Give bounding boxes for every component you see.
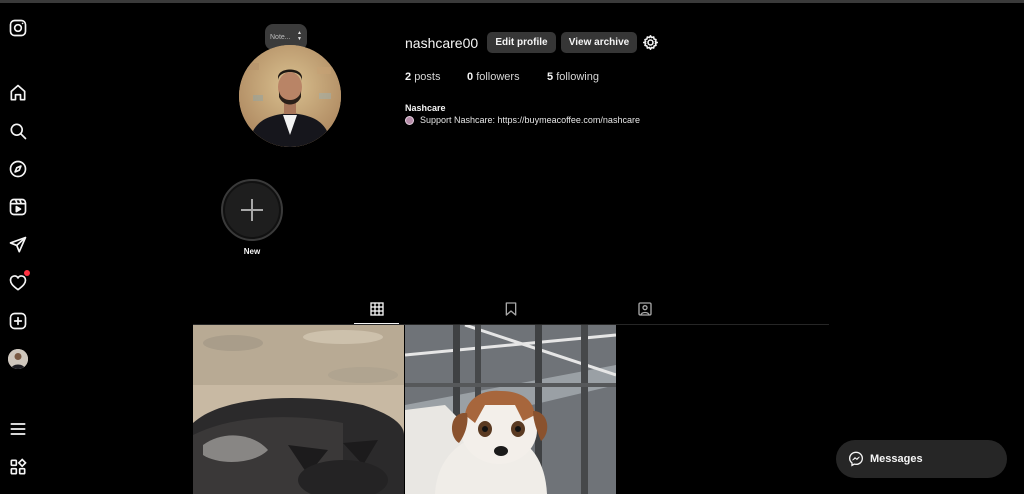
profile-stats: 2 posts 0 followers 5 following	[405, 71, 599, 83]
bio-display-name: Nashcare	[405, 103, 446, 113]
explore-icon[interactable]	[8, 159, 28, 179]
posts-label: posts	[414, 71, 441, 83]
stat-following[interactable]: 5 following	[547, 71, 599, 83]
messages-label: Messages	[870, 453, 923, 465]
notification-dot	[24, 270, 30, 276]
reels-icon[interactable]	[8, 197, 28, 217]
followers-label: followers	[476, 71, 520, 83]
more-apps-icon[interactable]	[8, 457, 28, 477]
notifications-icon[interactable]	[8, 270, 30, 293]
home-icon[interactable]	[8, 83, 28, 103]
create-icon[interactable]	[8, 311, 28, 331]
messenger-icon	[848, 451, 864, 467]
bio-text[interactable]: Support Nashcare: https://buymeacoffee.c…	[420, 115, 640, 125]
tagged-icon	[638, 302, 652, 316]
new-highlight-label: New	[243, 247, 261, 256]
instagram-icon[interactable]	[8, 18, 28, 38]
messages-button[interactable]: Messages	[836, 440, 1007, 478]
stat-posts: 2 posts	[405, 71, 467, 83]
username: nashcare00	[405, 35, 479, 51]
profile-avatar[interactable]	[8, 349, 28, 369]
plus-icon	[241, 199, 263, 221]
note-arrows-icon: ▲ ▼	[297, 30, 302, 42]
profile-photo[interactable]	[239, 45, 341, 147]
search-icon[interactable]	[8, 121, 28, 141]
settings-gear-icon[interactable]	[642, 34, 659, 51]
new-highlight-button[interactable]	[221, 179, 283, 241]
followers-count: 0	[467, 71, 474, 83]
browser-top-border	[0, 0, 1024, 3]
post-thumbnail[interactable]	[193, 325, 404, 494]
grid-icon	[370, 302, 384, 316]
messages-icon[interactable]	[8, 235, 28, 255]
following-count: 5	[547, 71, 554, 83]
edit-profile-button[interactable]: Edit profile	[487, 32, 556, 53]
menu-icon[interactable]	[8, 419, 28, 439]
following-label: following	[556, 71, 599, 83]
post-thumbnail[interactable]	[405, 325, 616, 494]
sidebar-nav	[0, 3, 38, 494]
bio-line: Support Nashcare: https://buymeacoffee.c…	[405, 115, 640, 125]
note-placeholder: Note...	[270, 33, 291, 41]
tab-tagged[interactable]	[636, 300, 654, 318]
saved-icon	[505, 302, 517, 316]
tab-posts[interactable]	[368, 300, 386, 318]
posts-count: 2	[405, 71, 412, 83]
post-image-black-dog	[193, 325, 404, 494]
view-archive-button[interactable]: View archive	[561, 32, 637, 53]
tab-saved[interactable]	[502, 300, 520, 318]
coffee-icon	[405, 115, 414, 125]
post-image-puppy	[405, 325, 616, 494]
stat-followers[interactable]: 0 followers	[467, 71, 547, 83]
